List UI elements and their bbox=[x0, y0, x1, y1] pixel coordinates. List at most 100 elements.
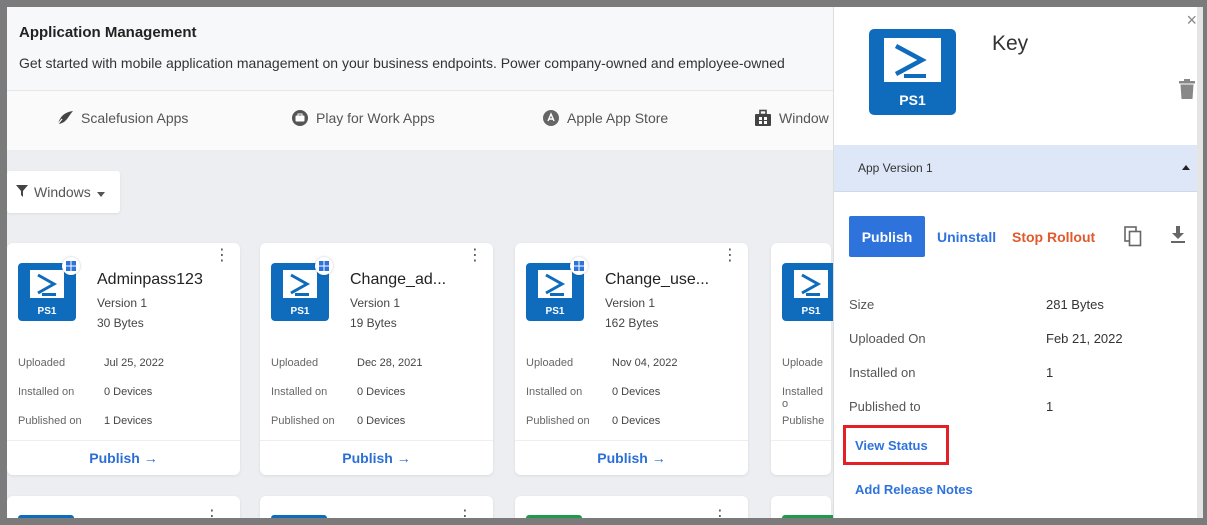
briefcase-icon bbox=[291, 109, 309, 127]
tab-label: Scalefusion Apps bbox=[81, 110, 189, 126]
detail-value: 1 bbox=[1046, 365, 1054, 380]
app-version-label: App Version 1 bbox=[858, 161, 933, 175]
tab-label: Apple App Store bbox=[567, 110, 669, 126]
uploaded-label: Uploaded bbox=[18, 357, 66, 369]
tab-label: Window bbox=[779, 110, 829, 126]
view-status-link[interactable]: View Status bbox=[843, 425, 949, 465]
installed-label: Installed on bbox=[271, 386, 328, 398]
uploaded-value: Dec 28, 2021 bbox=[357, 357, 423, 369]
svg-text:PS1: PS1 bbox=[802, 306, 821, 317]
more-options-icon[interactable]: ⋮ bbox=[204, 506, 220, 518]
divider bbox=[260, 440, 493, 441]
page-title: Application Management bbox=[19, 24, 197, 41]
app-details-panel: × PS1 Key App Version 1 Publish Uninstal… bbox=[833, 7, 1203, 518]
chevron-down-icon bbox=[96, 184, 105, 200]
app-icon bbox=[18, 515, 74, 518]
published-label: Published on bbox=[18, 415, 82, 427]
stop-rollout-button[interactable]: Stop Rollout bbox=[1012, 229, 1095, 245]
installed-value: 0 Devices bbox=[357, 386, 406, 398]
app-store-icon bbox=[542, 109, 560, 127]
detail-key: Uploaded On bbox=[849, 331, 926, 346]
more-options-icon[interactable]: ⋮ bbox=[712, 506, 728, 518]
publish-link[interactable]: Publish → bbox=[260, 450, 493, 466]
filter-label: Windows bbox=[34, 184, 91, 200]
add-release-notes-link[interactable]: Add Release Notes bbox=[855, 482, 973, 497]
platform-filter-dropdown[interactable]: Windows bbox=[7, 171, 120, 213]
app-name: Change_ad... bbox=[350, 271, 447, 288]
close-icon[interactable]: × bbox=[1186, 10, 1197, 31]
panel-scrollbar[interactable] bbox=[1197, 7, 1203, 518]
app-title: Key bbox=[992, 32, 1029, 55]
more-options-icon[interactable]: ⋮ bbox=[457, 506, 473, 518]
ps1-app-icon: PS1 bbox=[526, 257, 588, 326]
detail-key: Published to bbox=[849, 399, 921, 414]
windows-badge-icon bbox=[62, 257, 80, 275]
divider bbox=[7, 440, 240, 441]
windows-badge-icon bbox=[570, 257, 588, 275]
page-subtitle: Get started with mobile application mana… bbox=[19, 55, 785, 71]
uninstall-button[interactable]: Uninstall bbox=[937, 229, 996, 245]
app-version-accordion[interactable]: App Version 1 bbox=[834, 145, 1203, 192]
tab-play-for-work-apps[interactable]: Play for Work Apps bbox=[291, 109, 435, 127]
download-icon[interactable] bbox=[1170, 226, 1186, 248]
svg-text:PS1: PS1 bbox=[899, 92, 926, 108]
app-version: Version 1 bbox=[350, 296, 401, 310]
published-label: Published on bbox=[526, 415, 590, 427]
scalefusion-icon bbox=[56, 109, 74, 127]
app-icon bbox=[271, 515, 327, 518]
ps1-app-icon-large: PS1 bbox=[869, 29, 956, 120]
tab-scalefusion-apps[interactable]: Scalefusion Apps bbox=[56, 109, 188, 127]
more-options-icon[interactable]: ⋮ bbox=[214, 248, 230, 264]
tab-windows-store[interactable]: Window bbox=[754, 109, 829, 127]
publish-link[interactable]: Publish → bbox=[515, 450, 748, 466]
app-name: Adminpass123 bbox=[97, 271, 203, 288]
uploaded-label: Uploaded bbox=[526, 357, 574, 369]
detail-value: 1 bbox=[1046, 399, 1054, 414]
publish-button[interactable]: Publish bbox=[849, 216, 925, 257]
ps1-app-icon: PS1 bbox=[782, 263, 840, 326]
app-icon bbox=[782, 515, 838, 518]
uploaded-label: Uploade bbox=[782, 357, 823, 369]
app-card[interactable]: ⋮ bbox=[7, 496, 240, 518]
app-card[interactable]: ⋮ bbox=[515, 496, 748, 518]
app-version: Version 1 bbox=[605, 296, 656, 310]
more-options-icon[interactable]: ⋮ bbox=[467, 248, 483, 264]
svg-text:PS1: PS1 bbox=[546, 306, 565, 317]
app-icon bbox=[526, 515, 582, 518]
app-card[interactable]: PS1 Change_ad... Version 1 19 Bytes ⋮ Up… bbox=[260, 243, 493, 475]
app-size: 162 Bytes bbox=[605, 316, 659, 330]
app-name: Change_use... bbox=[605, 271, 710, 288]
tab-label: Play for Work Apps bbox=[316, 110, 435, 126]
app-version: Version 1 bbox=[97, 296, 148, 310]
divider bbox=[515, 440, 748, 441]
published-value: 0 Devices bbox=[357, 415, 406, 427]
installed-label: Installed on bbox=[18, 386, 75, 398]
tab-apple-app-store[interactable]: Apple App Store bbox=[542, 109, 668, 127]
published-value: 0 Devices bbox=[612, 415, 661, 427]
windows-badge-icon bbox=[315, 257, 333, 275]
ps1-app-icon: PS1 bbox=[18, 257, 80, 326]
installed-label: Installed o bbox=[782, 386, 823, 410]
filter-icon bbox=[16, 184, 28, 200]
uploaded-value: Nov 04, 2022 bbox=[612, 357, 678, 369]
app-card[interactable]: PS1 Uploade Installed o Publishe bbox=[771, 243, 840, 475]
app-card[interactable]: PS1 Change_use... Version 1 162 Bytes ⋮ … bbox=[515, 243, 748, 475]
caret-up-icon bbox=[1182, 165, 1190, 170]
published-label: Publishe bbox=[782, 415, 825, 427]
installed-label: Installed on bbox=[526, 386, 583, 398]
published-value: 1 Devices bbox=[104, 415, 153, 427]
app-window: Application Management Get started with … bbox=[7, 7, 1203, 518]
uploaded-value: Jul 25, 2022 bbox=[104, 357, 164, 369]
published-label: Published on bbox=[271, 415, 335, 427]
svg-text:PS1: PS1 bbox=[38, 306, 57, 317]
app-card[interactable]: ⋮ bbox=[260, 496, 493, 518]
uploaded-label: Uploaded bbox=[271, 357, 319, 369]
svg-text:PS1: PS1 bbox=[291, 306, 310, 317]
app-card[interactable] bbox=[771, 496, 838, 518]
divider bbox=[771, 440, 831, 441]
more-options-icon[interactable]: ⋮ bbox=[722, 248, 738, 264]
trash-icon[interactable] bbox=[1179, 79, 1195, 104]
app-card[interactable]: PS1 Adminpass123 Version 1 30 Bytes ⋮ Up… bbox=[7, 243, 240, 475]
publish-link[interactable]: Publish → bbox=[7, 450, 240, 466]
copy-icon[interactable] bbox=[1124, 226, 1142, 252]
